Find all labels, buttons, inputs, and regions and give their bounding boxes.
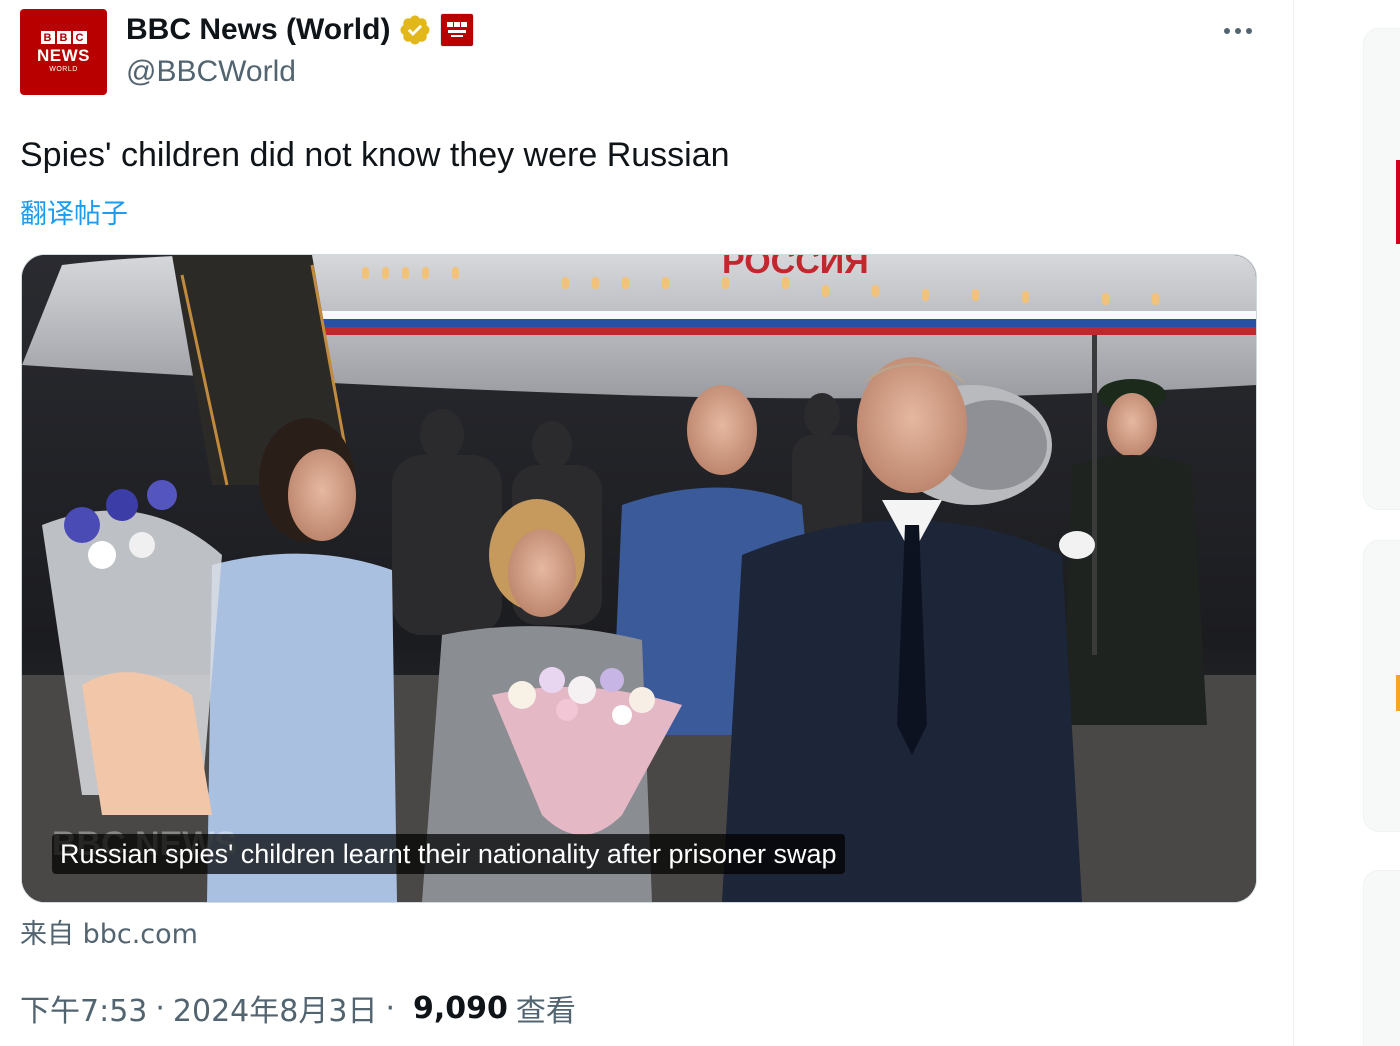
tweet-meta: 下午7:53 · 2024年8月3日 · 9,090 查看 [20, 986, 576, 1030]
news-photo: РОССИЯ [22, 255, 1256, 902]
logo-block: B [56, 31, 71, 44]
author-name-row: BBC News (World) [126, 10, 475, 50]
plane-lettering: РОССИЯ [722, 255, 869, 281]
views-count: 9,090 [413, 990, 508, 1026]
separator: · [385, 990, 395, 1026]
views-label: 查看 [515, 994, 576, 1029]
media-caption: Russian spies' children learnt their nat… [52, 834, 845, 874]
avatar[interactable]: B B C NEWS WORLD [20, 9, 107, 95]
tweet-text: Spies' children did not know they were R… [20, 136, 730, 174]
sidebar-card[interactable] [1363, 540, 1400, 832]
more-options-icon[interactable] [1218, 14, 1258, 48]
user-handle[interactable]: @BBCWorld [126, 55, 296, 89]
bbc-logo-blocks: B B C [40, 31, 87, 44]
logo-block: B [40, 31, 55, 44]
display-name[interactable]: BBC News (World) [126, 13, 390, 47]
sidebar-card[interactable] [1363, 28, 1400, 510]
tweet-page: B B C NEWS WORLD BBC News (World) @BBCWo… [0, 0, 1400, 1046]
separator: · [155, 990, 165, 1026]
verified-badge-icon[interactable] [398, 13, 432, 47]
sidebar-accent [1396, 160, 1400, 244]
logo-block: C [72, 31, 87, 44]
sidebar-card[interactable] [1363, 870, 1400, 1046]
avatar-world-text: WORLD [49, 66, 78, 73]
link-source[interactable]: 来自 bbc.com [20, 912, 198, 951]
avatar-news-text: NEWS [37, 46, 90, 65]
link-preview-card[interactable]: РОССИЯ Russian spies' children learnt th… [21, 254, 1257, 903]
bbc-news-affiliate-badge-icon[interactable] [440, 13, 475, 47]
tweet-time[interactable]: 下午7:53 [20, 986, 147, 1030]
column-divider [1293, 0, 1294, 1046]
sidebar-accent [1396, 675, 1400, 711]
translate-post-link[interactable]: 翻译帖子 [20, 192, 128, 231]
tweet-date[interactable]: 2024年8月3日 [173, 986, 378, 1030]
